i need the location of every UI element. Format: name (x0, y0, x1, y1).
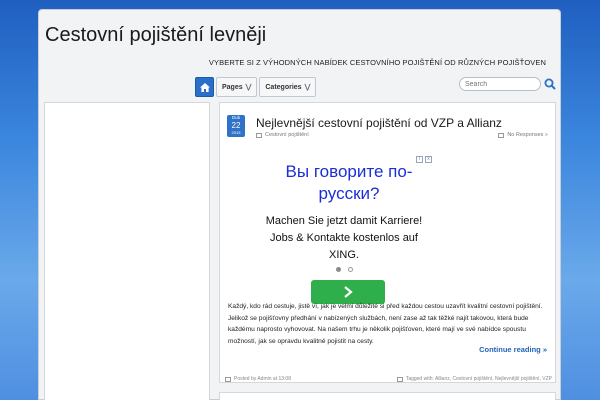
nav-item-categories[interactable]: Categories ⋁ (259, 77, 317, 97)
home-icon (199, 82, 210, 92)
responses-link[interactable]: No Responses » (507, 132, 548, 138)
nav-item-label: Pages (222, 83, 243, 91)
category-link[interactable]: Cestovní pojištění (265, 132, 309, 138)
chevron-down-icon: ⋁ (245, 84, 252, 91)
ad-close-icon[interactable]: x (425, 156, 432, 163)
chevron-right-icon (344, 286, 353, 298)
author-text: Posted by Admin at 13:08 (234, 376, 291, 382)
post-meta: Cestovní pojištění No Responses » (256, 132, 548, 142)
nav-home-button[interactable] (195, 77, 214, 97)
post-excerpt: Každý, kdo rád cestuje, jistě ví, jak je… (228, 303, 543, 345)
ad-carousel-dots (336, 267, 353, 272)
date-year: 2015 (231, 130, 241, 135)
post-author: Posted by Admin at 13:08 (225, 376, 291, 382)
carousel-dot-active[interactable] (336, 267, 341, 272)
folder-icon (256, 132, 262, 138)
site-title[interactable]: Cestovní pojištění levněji (45, 24, 266, 47)
post-tags: Tagged with: Allianz, Cestovní pojištění… (396, 376, 552, 382)
tag-icon (396, 376, 403, 382)
ad-headline[interactable]: Вы говорите по-русски? (274, 161, 424, 205)
carousel-dot[interactable] (348, 267, 353, 272)
search-input[interactable] (459, 77, 541, 91)
date-day: 22 (231, 121, 241, 130)
tags-text[interactable]: Tagged with: Allianz, Cestovní pojištění… (406, 376, 552, 382)
main-nav: Pages ⋁ Categories ⋁ (195, 77, 317, 97)
search-icon[interactable] (544, 78, 556, 90)
post-article (219, 392, 556, 400)
post-responses: No Responses » (498, 132, 548, 138)
page-container: Cestovní pojištění levněji VYBERTE SI Z … (38, 9, 561, 400)
sidebar (44, 102, 210, 400)
post-title-link[interactable]: Nejlevnější cestovní pojištění od VZP a … (256, 116, 502, 130)
comment-icon (498, 132, 505, 138)
post-category: Cestovní pojištění (256, 132, 309, 138)
ad-banner[interactable]: i x Вы говорите по-русски? Machen Sie je… (256, 156, 432, 304)
post-date-badge: Dub 22 2015 (227, 115, 245, 137)
chevron-down-icon: ⋁ (304, 84, 311, 91)
nav-item-pages[interactable]: Pages ⋁ (216, 77, 258, 97)
user-icon (225, 376, 231, 382)
post-footer: Posted by Admin at 13:08 Tagged with: Al… (225, 376, 552, 384)
site-tagline: VYBERTE SI Z VÝHODNÝCH NABÍDEK CESTOVNÍH… (208, 58, 546, 67)
continue-reading-link[interactable]: Continue reading » (479, 345, 547, 354)
ad-body-text: Machen Sie jetzt damit Karriere! Jobs & … (265, 215, 423, 261)
nav-item-label: Categories (265, 83, 302, 91)
post-article: Dub 22 2015 Nejlevnější cestovní pojiště… (219, 102, 556, 383)
